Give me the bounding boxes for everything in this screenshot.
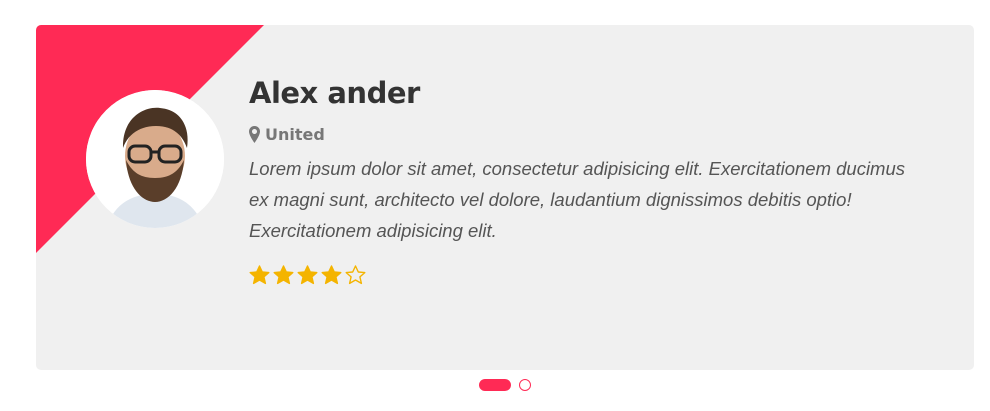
testimonial-quote: Lorem ipsum dolor sit amet, consectetur …	[249, 158, 906, 241]
reviewer-location: United	[249, 123, 929, 145]
star-empty-icon	[345, 264, 366, 285]
star-filled-icon	[321, 264, 342, 285]
star-rating	[249, 264, 929, 285]
carousel-dot-2[interactable]	[519, 379, 531, 391]
map-marker-icon	[249, 125, 260, 143]
star-filled-icon	[273, 264, 294, 285]
carousel-dot-1[interactable]	[479, 379, 511, 391]
location-text: United	[265, 124, 325, 144]
carousel-pagination	[479, 379, 531, 391]
star-filled-icon	[297, 264, 318, 285]
testimonial-card: Alex ander United Lorem ipsum dolor sit …	[36, 25, 974, 370]
avatar	[86, 90, 224, 228]
person-avatar-icon	[86, 90, 224, 228]
star-filled-icon	[249, 264, 270, 285]
testimonial-slider: Alex ander United Lorem ipsum dolor sit …	[0, 0, 990, 411]
reviewer-name: Alex ander	[249, 76, 420, 110]
testimonial-content: Alex ander United Lorem ipsum dolor sit …	[249, 73, 929, 285]
